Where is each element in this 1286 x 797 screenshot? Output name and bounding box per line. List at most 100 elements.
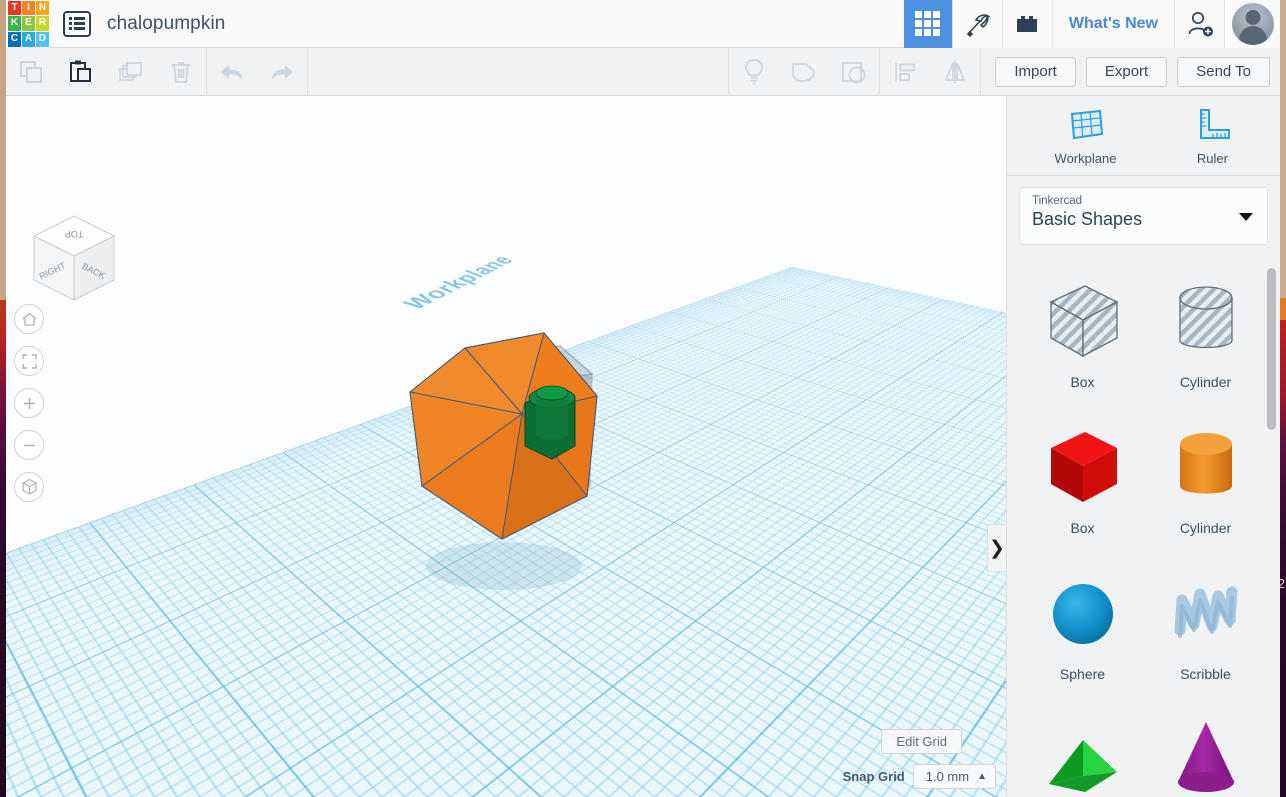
whats-new-link[interactable]: What's New <box>1052 0 1174 48</box>
plus-icon <box>21 395 38 412</box>
snap-grid-select[interactable]: 1.0 mm ▲ <box>913 764 996 789</box>
snap-grid-value: 1.0 mm <box>926 769 969 784</box>
panel-tools: Workplane Ruler <box>1007 96 1280 176</box>
avatar-image <box>1232 3 1274 45</box>
undo-arrow-icon <box>217 61 247 83</box>
nav-minecraft-button[interactable] <box>952 0 1002 48</box>
ruler-tool-label: Ruler <box>1197 151 1228 166</box>
copy-icon <box>17 58 45 86</box>
panel-collapse-toggle[interactable]: ❯ <box>987 524 1006 572</box>
copy-button[interactable] <box>6 48 56 96</box>
shape-item-box-hole[interactable]: Box <box>1021 266 1144 406</box>
export-button[interactable]: Export <box>1086 57 1167 87</box>
logo-cell-i: I <box>22 1 35 16</box>
view-cube[interactable]: TOP RIGHT BACK <box>26 208 122 308</box>
object-shadow <box>426 542 582 590</box>
shape-thumbnail <box>1037 272 1129 372</box>
cube-perspective-icon <box>21 478 38 496</box>
shape-item-scribble[interactable]: Scribble <box>1144 558 1267 698</box>
shape-item-roof[interactable]: Roof <box>1021 704 1144 797</box>
hint-button[interactable] <box>729 48 779 96</box>
shape-library-select[interactable]: Tinkercad Basic Shapes <box>1019 187 1268 245</box>
logo-cell-r: R <box>36 16 49 31</box>
fit-frame-icon <box>21 353 38 370</box>
delete-button[interactable] <box>156 48 206 96</box>
trash-icon <box>167 58 195 86</box>
shapes-grid: Box Cylinder Box Cylinder Sphere Scribbl… <box>1007 256 1280 797</box>
zoom-in-button[interactable] <box>14 388 44 418</box>
logo-cell-a: A <box>22 32 35 47</box>
snap-caret-icon: ▲ <box>977 771 987 782</box>
group-shapes-icon <box>789 58 819 86</box>
edit-grid-button[interactable]: Edit Grid <box>881 729 962 754</box>
workplane-tool-label: Workplane <box>1055 151 1117 166</box>
scene-objects[interactable] <box>392 296 622 596</box>
align-tool-group <box>880 48 980 96</box>
tinkercad-logo[interactable]: TINKERCAD <box>6 0 49 48</box>
logo-cell-n: N <box>36 1 49 16</box>
history-tool-group <box>207 48 307 96</box>
view-cube-top-label[interactable]: TOP <box>65 229 83 239</box>
nav-gallery-button[interactable] <box>904 0 952 48</box>
edit-toolbar: Import Export Send To <box>6 48 1280 96</box>
nav-blocks-button[interactable] <box>1002 0 1052 48</box>
shape-label: Box <box>1070 374 1094 390</box>
chevron-down-icon <box>1239 213 1253 221</box>
avatar[interactable] <box>1224 0 1280 48</box>
invite-user-button[interactable] <box>1174 0 1224 48</box>
shape-label: Cylinder <box>1180 520 1231 536</box>
minus-icon <box>21 437 38 454</box>
shape-item-cylinder-hole[interactable]: Cylinder <box>1144 266 1267 406</box>
import-button[interactable]: Import <box>995 57 1076 87</box>
ungroup-button[interactable] <box>829 48 879 96</box>
group-button[interactable] <box>779 48 829 96</box>
logo-cell-d: D <box>36 32 49 47</box>
list-menu-icon[interactable] <box>63 11 91 37</box>
send-to-button[interactable]: Send To <box>1177 57 1270 87</box>
align-button[interactable] <box>880 48 930 96</box>
shape-label: Scribble <box>1180 666 1231 682</box>
perspective-toggle-button[interactable] <box>14 472 44 502</box>
shape-item-cone[interactable]: Cone <box>1144 704 1267 797</box>
logo-cell-t: T <box>8 1 21 16</box>
redo-arrow-icon <box>267 61 297 83</box>
shape-thumbnail <box>1160 272 1252 372</box>
paste-button[interactable] <box>56 48 106 96</box>
library-source-label: Tinkercad <box>1032 195 1255 207</box>
header-right-group: What's New <box>904 0 1280 48</box>
fit-to-view-button[interactable] <box>14 346 44 376</box>
shape-thumbnail <box>1160 564 1252 664</box>
shape-item-sphere[interactable]: Sphere <box>1021 558 1144 698</box>
toolbar-divider <box>307 48 308 96</box>
ruler-icon <box>1192 106 1232 144</box>
shape-tool-group <box>729 48 879 96</box>
panel-scrollbar-thumb[interactable] <box>1267 268 1276 430</box>
home-view-button[interactable] <box>14 304 44 334</box>
zoom-out-button[interactable] <box>14 430 44 460</box>
shape-item-box[interactable]: Box <box>1021 412 1144 552</box>
mirror-button[interactable] <box>930 48 980 96</box>
cylinder-hole-green[interactable] <box>525 386 575 459</box>
panel-scrollbar[interactable] <box>1267 268 1276 797</box>
pickaxe-icon <box>962 9 992 39</box>
shape-thumbnail <box>1037 418 1129 518</box>
duplicate-button[interactable] <box>106 48 156 96</box>
logo-cell-c: C <box>8 32 21 47</box>
shapes-list[interactable]: Box Cylinder Box Cylinder Sphere Scribbl… <box>1007 256 1280 797</box>
ruler-tool[interactable]: Ruler <box>1192 106 1232 166</box>
redo-button[interactable] <box>257 48 307 96</box>
file-action-group: Import Export Send To <box>981 48 1280 96</box>
undo-button[interactable] <box>207 48 257 96</box>
add-user-icon <box>1185 9 1215 39</box>
right-sidebar: Workplane Ruler Tinkercad Basic Shapes B… <box>1006 96 1280 797</box>
align-icon <box>891 58 919 86</box>
shape-item-cylinder[interactable]: Cylinder <box>1144 412 1267 552</box>
logo-cell-k: K <box>8 16 21 31</box>
shape-thumbnail <box>1037 564 1129 664</box>
3d-viewport[interactable]: Workplane TOP RIGHT BACK ❯ Edit Grid Sna… <box>6 96 1006 797</box>
document-title[interactable]: chalopumpkin <box>107 13 225 35</box>
workplane-tool[interactable]: Workplane <box>1055 106 1117 166</box>
app-header: TINKERCAD chalopumpkin What's New <box>6 0 1280 48</box>
snap-grid-label: Snap Grid <box>843 769 905 784</box>
workplane-grid-icon <box>1066 106 1106 144</box>
